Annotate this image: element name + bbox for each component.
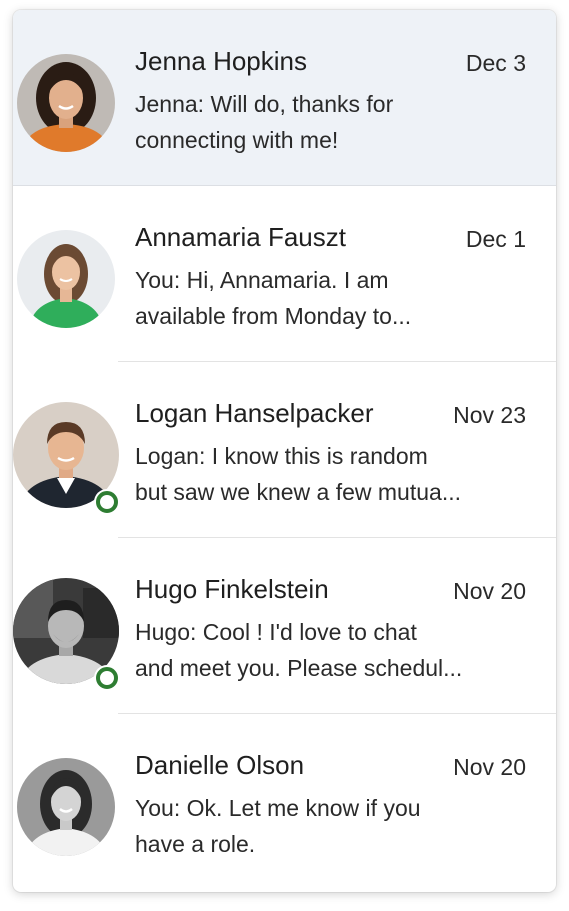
message-preview-line: You: Ok. Let me know if you (135, 795, 421, 821)
message-date: Dec 3 (465, 50, 526, 76)
message-preview: You: Hi, Annamaria. I am available from … (135, 262, 530, 334)
contact-name: Hugo Finkelstein (135, 574, 329, 604)
conversation-item-jenna-hopkins[interactable]: Jenna Hopkins Dec 3 Jenna: Will do, than… (13, 10, 556, 186)
contact-name: Logan Hanselpacker (135, 398, 374, 428)
message-preview-line: have a role. (135, 831, 256, 857)
message-preview-line: Logan: I know this is random (135, 443, 428, 469)
message-preview-line: but saw we knew a few mutua... (135, 479, 461, 505)
message-preview-line: You: Hi, Annamaria. I am (135, 267, 389, 293)
avatar-annamaria-fauszt[interactable] (17, 230, 115, 328)
message-date: Nov 23 (453, 402, 526, 428)
contact-name: Annamaria Fauszt (135, 222, 346, 252)
message-date: Dec 1 (465, 226, 526, 252)
message-preview: Hugo: Cool ! I'd love to chat and meet y… (135, 614, 530, 686)
message-preview-line: and meet you. Please schedul... (135, 655, 463, 681)
message-preview: You: Ok. Let me know if you have a role. (135, 790, 530, 862)
online-status-icon (96, 667, 118, 689)
conversation-item-annamaria-fauszt[interactable]: Annamaria Fauszt Dec 1 You: Hi, Annamari… (13, 186, 556, 362)
avatar-jenna-hopkins[interactable] (17, 54, 115, 152)
message-preview-line: available from Monday to... (135, 303, 412, 329)
message-preview: Jenna: Will do, thanks for connecting wi… (135, 86, 530, 158)
avatar-danielle-olson[interactable] (17, 758, 115, 856)
message-preview-line: Jenna: Will do, thanks for (135, 91, 394, 117)
message-preview-line: Hugo: Cool ! I'd love to chat (135, 619, 417, 645)
contact-name: Danielle Olson (135, 750, 305, 780)
contact-name: Jenna Hopkins (135, 46, 307, 76)
message-date: Nov 20 (453, 578, 526, 604)
message-date: Nov 20 (453, 754, 526, 780)
conversation-item-danielle-olson[interactable]: Danielle Olson Nov 20 You: Ok. Let me kn… (13, 714, 556, 890)
message-preview-line: connecting with me! (135, 127, 339, 153)
conversation-item-hugo-finkelstein[interactable]: Hugo Finkelstein Nov 20 Hugo: Cool ! I'd… (13, 538, 556, 714)
message-preview: Logan: I know this is random but saw we … (135, 438, 530, 510)
conversation-list: Jenna Hopkins Dec 3 Jenna: Will do, than… (13, 10, 556, 892)
online-status-icon (96, 491, 118, 513)
conversation-item-logan-hanselpacker[interactable]: Logan Hanselpacker Nov 23 Logan: I know … (13, 362, 556, 538)
